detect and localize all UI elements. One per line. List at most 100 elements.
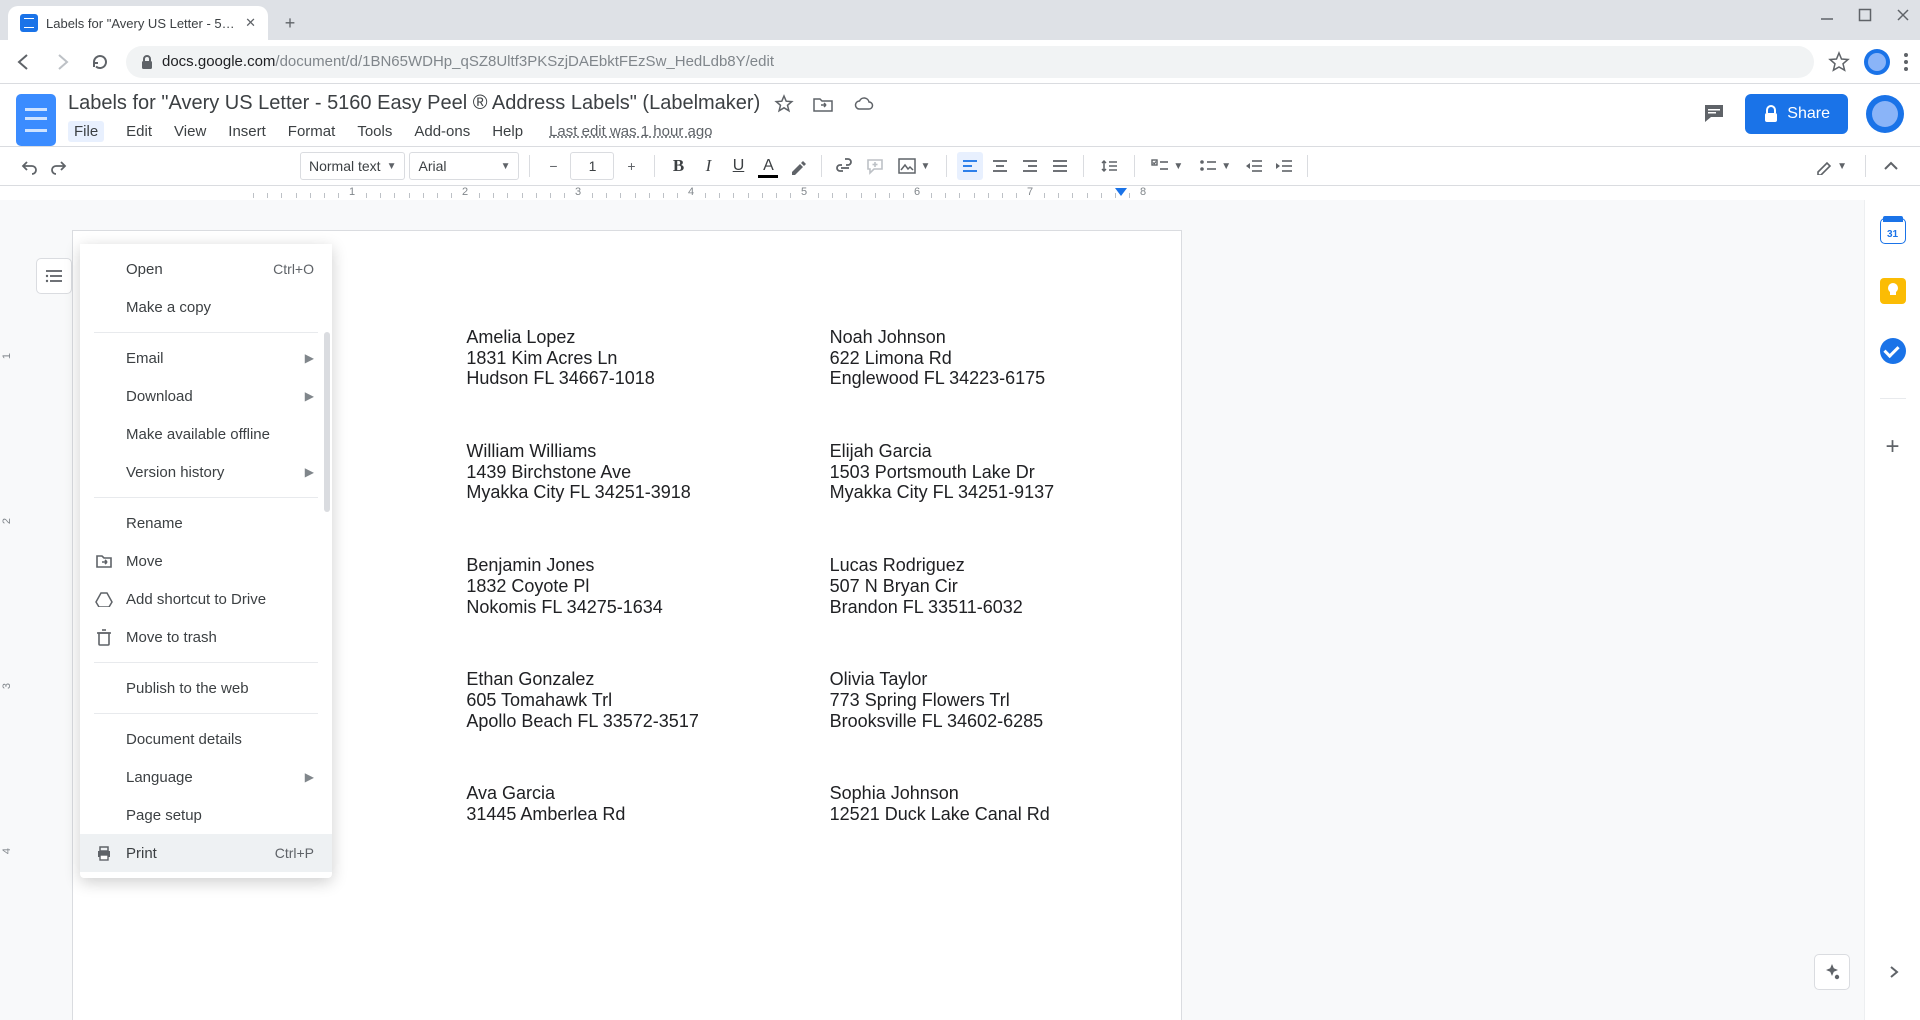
star-icon[interactable] bbox=[774, 94, 794, 114]
align-right-icon[interactable] bbox=[1017, 152, 1043, 180]
align-left-icon[interactable] bbox=[957, 152, 983, 180]
vruler-number: 2 bbox=[1, 518, 13, 524]
address-label[interactable]: Benjamin Jones1832 Coyote PlNokomis FL 3… bbox=[466, 555, 789, 617]
file-menu-dropdown: OpenCtrl+OMake a copy Email▶Download▶Make… bbox=[80, 244, 332, 878]
window-close-icon[interactable] bbox=[1896, 8, 1910, 22]
file-menu-add-shortcut-to-drive[interactable]: Add shortcut to Drive bbox=[80, 580, 332, 618]
address-label[interactable]: Ethan Gonzalez605 Tomahawk TrlApollo Bea… bbox=[466, 669, 789, 731]
ruler-number: 1 bbox=[349, 186, 355, 198]
file-menu-make-available-offline[interactable]: Make available offline bbox=[80, 415, 332, 453]
insert-link-icon[interactable] bbox=[832, 152, 858, 180]
highlight-color-icon[interactable] bbox=[785, 152, 811, 180]
undo-icon[interactable] bbox=[16, 152, 42, 180]
file-menu-publish-to-the-web[interactable]: Publish to the web bbox=[80, 669, 332, 707]
file-menu-move-to-trash[interactable]: Move to trash bbox=[80, 618, 332, 656]
redo-icon[interactable] bbox=[46, 152, 72, 180]
browser-tab[interactable]: Labels for "Avery US Letter - 516… ✕ bbox=[8, 6, 268, 40]
window-minimize-icon[interactable] bbox=[1820, 8, 1834, 22]
address-label[interactable]: Sophia Johnson12521 Duck Lake Canal Rd bbox=[830, 783, 1153, 824]
file-menu-move[interactable]: Move bbox=[80, 542, 332, 580]
print-icon bbox=[94, 844, 114, 862]
indent-decrease-icon[interactable] bbox=[1241, 152, 1267, 180]
explore-button[interactable] bbox=[1814, 954, 1850, 990]
tasks-addon-icon[interactable] bbox=[1880, 338, 1906, 364]
menu-edit[interactable]: Edit bbox=[126, 123, 152, 140]
file-menu-download[interactable]: Download▶ bbox=[80, 377, 332, 415]
menu-insert[interactable]: Insert bbox=[228, 123, 266, 140]
get-addons-icon[interactable]: + bbox=[1885, 433, 1899, 461]
submenu-arrow-icon: ▶ bbox=[305, 389, 314, 403]
file-menu-version-history[interactable]: Version history▶ bbox=[80, 453, 332, 491]
nav-reload-icon[interactable] bbox=[88, 52, 112, 72]
omnibox[interactable]: docs.google.com/document/d/1BN65WDHp_qSZ… bbox=[126, 46, 1814, 78]
file-menu-email[interactable]: Email▶ bbox=[80, 339, 332, 377]
last-edit-link[interactable]: Last edit was 1 hour ago bbox=[549, 123, 712, 140]
paragraph-style-select[interactable]: Normal text ▼ bbox=[300, 152, 405, 180]
right-indent-marker[interactable] bbox=[1115, 188, 1127, 196]
account-avatar-icon[interactable] bbox=[1866, 95, 1904, 133]
cloud-status-icon[interactable] bbox=[852, 94, 876, 114]
docs-logo-icon[interactable] bbox=[16, 94, 56, 146]
underline-icon[interactable]: U bbox=[725, 152, 751, 180]
address-label[interactable]: Olivia Taylor773 Spring Flowers TrlBrook… bbox=[830, 669, 1153, 731]
editing-mode-icon[interactable]: ▼ bbox=[1809, 152, 1853, 180]
close-tab-icon[interactable]: ✕ bbox=[245, 15, 256, 31]
file-menu-language[interactable]: Language▶ bbox=[80, 758, 332, 796]
calendar-addon-icon[interactable]: 31 bbox=[1880, 218, 1906, 244]
ruler-number: 6 bbox=[914, 186, 920, 198]
font-size-input[interactable]: 1 bbox=[570, 152, 614, 180]
text-color-icon[interactable]: A bbox=[755, 152, 781, 180]
hide-side-panel-icon[interactable] bbox=[1885, 964, 1901, 980]
line-spacing-icon[interactable] bbox=[1094, 152, 1124, 180]
bulleted-list-icon[interactable]: ▼ bbox=[1193, 152, 1237, 180]
file-menu-open[interactable]: OpenCtrl+O bbox=[80, 250, 332, 288]
docs-favicon-icon bbox=[20, 14, 38, 32]
font-size-increase[interactable]: + bbox=[618, 152, 644, 180]
keep-addon-icon[interactable] bbox=[1880, 278, 1906, 304]
address-label[interactable]: Ava Garcia31445 Amberlea Rd bbox=[466, 783, 789, 824]
nav-back-icon[interactable] bbox=[12, 52, 36, 72]
collapse-toolbar-icon[interactable] bbox=[1878, 152, 1904, 180]
file-menu-print[interactable]: PrintCtrl+P bbox=[80, 834, 332, 872]
align-center-icon[interactable] bbox=[987, 152, 1013, 180]
bold-icon[interactable]: B bbox=[665, 152, 691, 180]
move-to-folder-icon[interactable] bbox=[812, 94, 834, 114]
address-label[interactable]: Noah Johnson622 Limona RdEnglewood FL 34… bbox=[830, 327, 1153, 389]
file-menu-page-setup[interactable]: Page setup bbox=[80, 796, 332, 834]
formatting-toolbar: Normal text ▼ Arial ▼ − 1 + B I U A ▼ ▼ … bbox=[0, 146, 1920, 186]
docs-header: Labels for "Avery US Letter - 5160 Easy … bbox=[0, 84, 1920, 146]
align-justify-icon[interactable] bbox=[1047, 152, 1073, 180]
comments-icon[interactable] bbox=[1701, 101, 1727, 127]
address-label[interactable]: William Williams1439 Birchstone AveMyakk… bbox=[466, 441, 789, 503]
insert-image-icon[interactable]: ▼ bbox=[892, 152, 936, 180]
file-menu-make-a-copy[interactable]: Make a copy bbox=[80, 288, 332, 326]
document-title[interactable]: Labels for "Avery US Letter - 5160 Easy … bbox=[68, 92, 760, 115]
ruler-number: 7 bbox=[1027, 186, 1033, 198]
address-label[interactable]: Elijah Garcia1503 Portsmouth Lake DrMyak… bbox=[830, 441, 1153, 503]
menu-tools[interactable]: Tools bbox=[357, 123, 392, 140]
add-comment-icon[interactable] bbox=[862, 152, 888, 180]
window-maximize-icon[interactable] bbox=[1858, 8, 1872, 22]
font-size-decrease[interactable]: − bbox=[540, 152, 566, 180]
indent-increase-icon[interactable] bbox=[1271, 152, 1297, 180]
address-label[interactable]: Amelia Lopez1831 Kim Acres LnHudson FL 3… bbox=[466, 327, 789, 389]
share-button[interactable]: Share bbox=[1745, 94, 1848, 134]
italic-icon[interactable]: I bbox=[695, 152, 721, 180]
menu-format[interactable]: Format bbox=[288, 123, 336, 140]
chrome-profile-icon[interactable] bbox=[1864, 49, 1890, 75]
menu-add-ons[interactable]: Add-ons bbox=[414, 123, 470, 140]
address-label[interactable]: Lucas Rodriguez507 N Bryan CirBrandon FL… bbox=[830, 555, 1153, 617]
bookmark-star-icon[interactable] bbox=[1828, 51, 1850, 73]
chrome-menu-icon[interactable] bbox=[1904, 53, 1908, 71]
file-menu-rename[interactable]: Rename bbox=[80, 504, 332, 542]
checklist-icon[interactable]: ▼ bbox=[1145, 152, 1189, 180]
submenu-arrow-icon: ▶ bbox=[305, 351, 314, 365]
new-tab-button[interactable]: + bbox=[276, 9, 304, 37]
outline-toggle-icon[interactable] bbox=[36, 258, 72, 294]
menu-file[interactable]: File bbox=[68, 121, 104, 142]
font-family-select[interactable]: Arial ▼ bbox=[409, 152, 519, 180]
menu-help[interactable]: Help bbox=[492, 123, 523, 140]
file-menu-document-details[interactable]: Document details bbox=[80, 720, 332, 758]
menu-view[interactable]: View bbox=[174, 123, 206, 140]
tab-title: Labels for "Avery US Letter - 516… bbox=[46, 16, 237, 31]
